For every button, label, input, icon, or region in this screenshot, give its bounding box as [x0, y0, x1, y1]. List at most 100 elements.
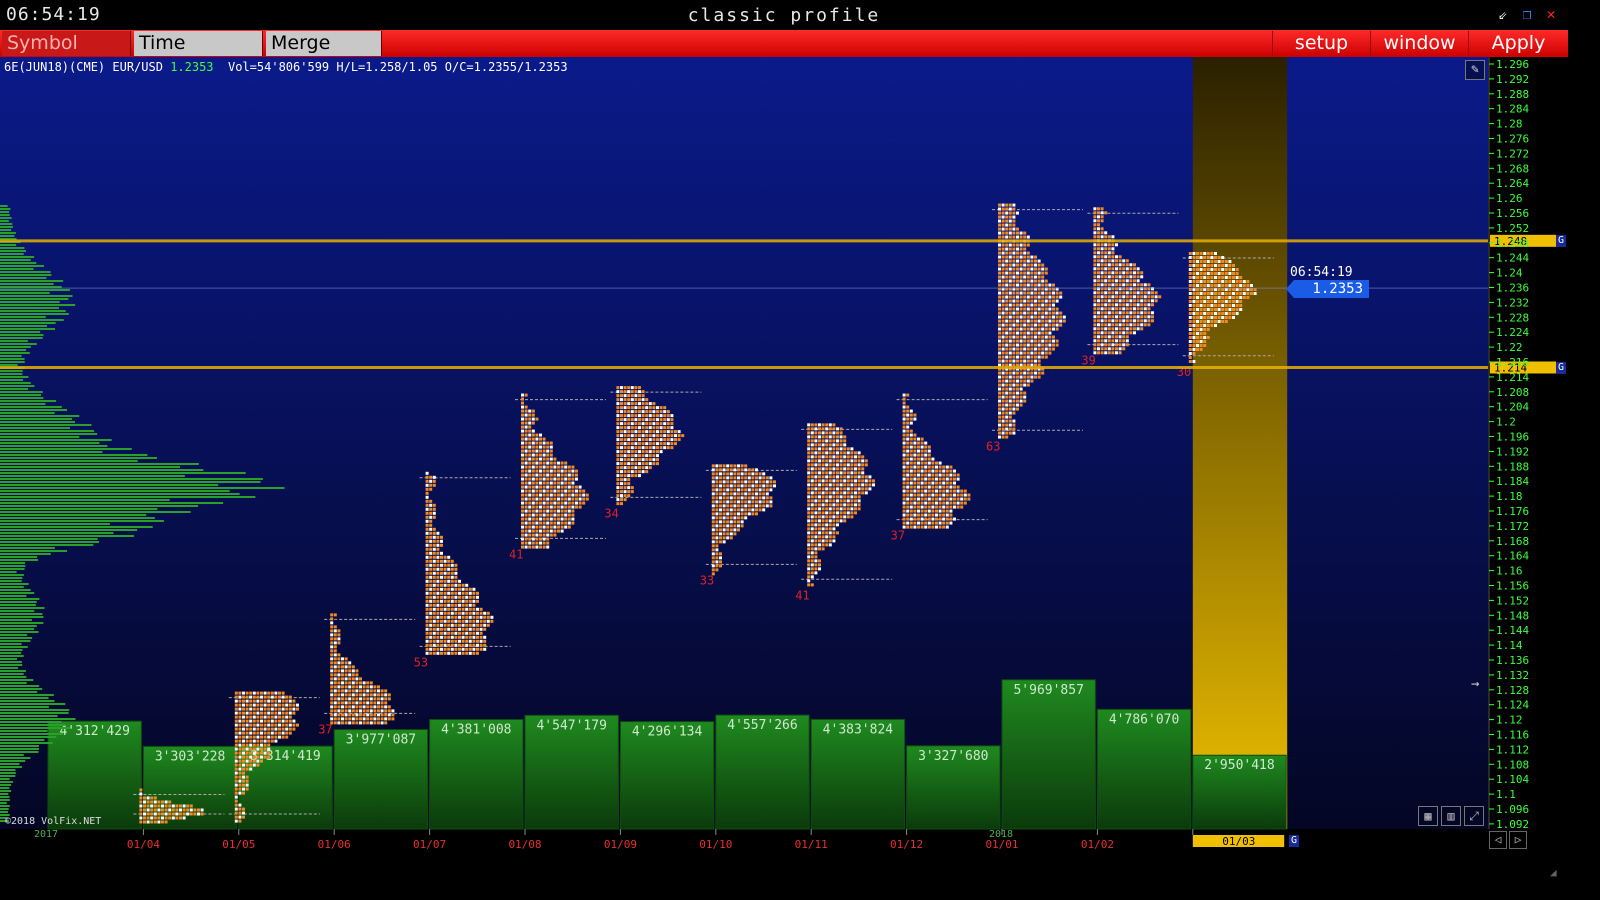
tpo-cell — [1005, 219, 1009, 223]
tpo-cell — [436, 643, 440, 647]
tpo-cell — [935, 517, 938, 521]
tpo-cell — [747, 488, 751, 492]
tpo-cell — [1125, 327, 1129, 331]
tpo-cell — [238, 787, 242, 791]
tpo-cell — [648, 430, 652, 434]
window-menu[interactable]: window — [1370, 31, 1468, 56]
symbol-color-button[interactable]: Symbol Color — [2, 31, 131, 79]
maximize-icon[interactable]: ❐ — [1518, 5, 1536, 23]
tpo-cell — [1232, 304, 1235, 307]
tpo-cell — [369, 721, 373, 725]
tpo-cell — [917, 473, 920, 477]
tpo-cell — [1100, 255, 1104, 259]
tpo-cell — [924, 477, 928, 481]
tpo-cell — [450, 651, 454, 655]
tpo-cell — [1232, 300, 1235, 303]
tpo-cell — [818, 515, 821, 519]
tpo-cell — [1242, 280, 1246, 283]
tpo-cell — [751, 508, 755, 512]
upper-level-g-tag[interactable]: G — [1556, 235, 1566, 247]
volume-histogram-row — [0, 274, 52, 276]
tpo-cell — [744, 512, 748, 516]
tpo-cell — [256, 691, 260, 695]
tpo-cell — [1016, 391, 1019, 395]
tpo-cell — [1140, 315, 1144, 319]
tpo-cell — [1188, 272, 1192, 275]
tpo-cell — [524, 425, 528, 429]
tpo-cell — [648, 450, 652, 454]
tpo-cell — [828, 423, 832, 427]
tpo-cell — [1001, 391, 1005, 395]
scroll-left-icon[interactable]: ◁ — [1489, 831, 1507, 849]
tpo-cell — [1097, 267, 1100, 271]
tpo-cell — [256, 703, 260, 707]
tpo-cell — [861, 463, 865, 467]
tpo-cell — [443, 559, 447, 563]
tpo-cell — [578, 493, 582, 497]
tpo-cell — [1206, 312, 1210, 315]
tpo-cell — [348, 673, 352, 677]
fullscreen-icon[interactable]: ⤢ — [1464, 806, 1484, 826]
tpo-cell — [769, 476, 773, 480]
tpo-cell — [1030, 263, 1034, 267]
tpo-cell — [729, 536, 733, 540]
tpo-cell — [810, 471, 814, 475]
tpo-cell — [1140, 323, 1144, 327]
profile-chart[interactable]: 4'312'4293'303'228 3'314'4193'977'0874'38… — [0, 57, 1568, 882]
pencil-icon[interactable]: ✎ — [1465, 60, 1485, 80]
scroll-right-icon[interactable]: ▷ — [1509, 831, 1527, 849]
tpo-cell — [814, 447, 818, 451]
tpo-cell — [274, 703, 278, 707]
setup-menu[interactable]: setup — [1272, 31, 1370, 56]
tpo-cell — [722, 508, 726, 512]
tpo-cell — [1012, 427, 1016, 431]
volume-histogram-row — [0, 604, 36, 606]
tpo-cell — [528, 417, 532, 421]
tpo-cell — [461, 651, 465, 655]
tpo-cell — [1199, 336, 1203, 339]
tpo-cell — [810, 483, 814, 487]
tpo-cell — [549, 493, 553, 497]
minimize-icon[interactable]: ⇙ — [1494, 5, 1512, 23]
tpo-cell — [1122, 267, 1126, 271]
date-g-tag[interactable]: G — [1289, 835, 1299, 847]
tpo-cell — [807, 519, 811, 523]
tpo-cell — [333, 693, 337, 697]
tpo-cell — [623, 390, 627, 394]
tpo-cell — [1206, 296, 1210, 299]
resize-grip-icon[interactable]: ◢ — [1550, 866, 1564, 880]
tpo-cell — [1199, 268, 1203, 271]
tpo-cell — [935, 493, 938, 497]
tpo-cell — [630, 474, 634, 478]
tpo-cell — [825, 463, 829, 467]
merge-contracts-button[interactable]: Merge Contr — [266, 31, 382, 79]
tpo-count-label: 34 — [604, 506, 618, 520]
tpo-cell — [857, 479, 861, 483]
tpo-cell — [722, 540, 726, 544]
tpo-cell — [1125, 331, 1129, 335]
tpo-cell — [909, 481, 913, 485]
tpo-cell — [807, 535, 811, 539]
profile-view-icon[interactable]: ▥ — [1441, 806, 1461, 826]
grid-layout-icon[interactable]: ▦ — [1418, 806, 1438, 826]
tpo-cell — [729, 472, 733, 476]
tpo-cell — [1228, 296, 1232, 299]
tpo-cell — [909, 525, 913, 529]
tpo-cell — [1093, 275, 1097, 279]
apply-button[interactable]: Apply — [1468, 31, 1568, 56]
tpo-cell — [560, 497, 564, 501]
tpo-cell — [234, 795, 238, 799]
tpo-cell — [998, 335, 1001, 339]
time-interval-button[interactable]: Time Interval — [134, 31, 263, 79]
tpo-cell — [733, 496, 737, 500]
tpo-cell — [252, 739, 256, 743]
tpo-cell — [1192, 336, 1196, 339]
tpo-cell — [238, 779, 242, 783]
volume-histogram-row — [0, 550, 67, 552]
tpo-cell — [917, 509, 920, 513]
lower-level-g-tag[interactable]: G — [1556, 362, 1566, 374]
tpo-cell — [458, 615, 461, 619]
close-icon[interactable]: ✕ — [1542, 5, 1560, 23]
tpo-cell — [1115, 267, 1118, 271]
tpo-cell — [1059, 319, 1063, 323]
